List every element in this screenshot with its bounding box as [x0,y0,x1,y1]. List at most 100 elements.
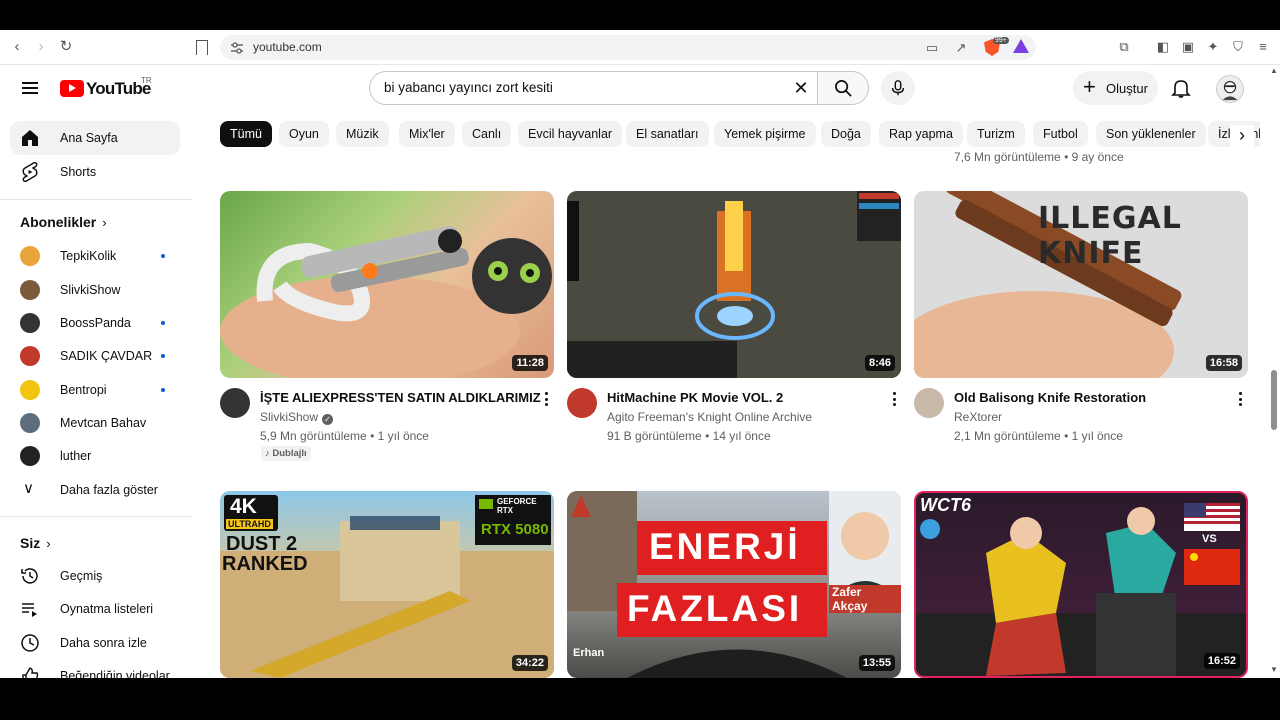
rewards-icon[interactable] [1013,39,1029,53]
subscriptions-title: Abonelikler [20,214,97,230]
reader-icon[interactable]: ⧉ [1116,39,1132,55]
sidebar-item-liked-videos[interactable]: Beğendiğin videolar [10,659,180,678]
chip-pets[interactable]: Evcil hayvanlar [518,121,623,147]
sidebar-item-show-more[interactable]: ∨ Daha fazla göster [10,473,180,507]
channel-name-text: SlivkiShow [260,410,319,424]
menu-icon[interactable]: ≡ [1255,39,1271,55]
video-meta: 5,9 Mn görüntüleme • 1 yıl önce [260,429,429,443]
sidebar-item-label: SADIK ÇAVDAR [60,349,153,363]
url-text: youtube.com [253,40,322,54]
forward-icon[interactable]: › [32,38,50,56]
sidebar-divider [0,199,193,200]
clear-search-icon[interactable]: ✕ [792,79,810,97]
video-thumbnail[interactable]: ENERJİ FAZLASI Zafer Akçay Erhan 13:55 [567,491,901,678]
search-input[interactable]: bi yabancı yayıncı zort kesiti ✕ [369,71,818,105]
sidebar-item-shorts[interactable]: Shorts [10,155,180,189]
vpn-icon[interactable]: ⛉ [1230,39,1246,55]
sidebar-item-playlists[interactable]: Oynatma listeleri [10,592,180,626]
chip-crafts[interactable]: El sanatları [626,121,709,147]
home-icon [22,130,38,146]
reload-icon[interactable]: ↻ [57,38,75,56]
chips-next-arrow-icon[interactable]: › [1230,125,1254,147]
chip-tourism[interactable]: Turizm [967,121,1025,147]
caption-box: FAZLASI [617,583,827,637]
chip-live[interactable]: Canlı [462,121,512,147]
chip-mixes[interactable]: Mix'ler [399,121,455,147]
sidebar-item-subscription[interactable]: SADIK ÇAVDAR [10,339,180,373]
leo-ai-icon[interactable]: ✦ [1205,39,1221,55]
sidebar-item-history[interactable]: Geçmiş [10,559,180,593]
scrollbar-thumb[interactable] [1271,370,1277,430]
video-meta: 91 B görüntüleme • 14 yıl önce [607,429,771,443]
video-thumbnail[interactable]: 8:46 [567,191,901,378]
chip-all[interactable]: Tümü [220,121,272,147]
site-settings-icon[interactable] [230,41,244,55]
subscriptions-heading[interactable]: Abonelikler › [20,214,107,230]
sidebar-item-subscription[interactable]: BoossPanda [10,306,180,340]
country-code: TR [141,76,152,85]
chip-gaming[interactable]: Oyun [279,121,329,147]
sidebar-item-home[interactable]: Ana Sayfa [10,121,180,155]
verified-check-icon: ✓ [322,414,334,425]
more-actions-icon[interactable] [1237,392,1243,408]
bookmark-icon[interactable] [196,40,208,55]
scroll-up-icon[interactable]: ▲ [1270,66,1278,75]
sidebar-item-subscription[interactable]: luther [10,439,180,473]
video-thumbnail[interactable]: 4K ULTRAHD DUST 2 RANKED GEFORCE RTX RTX… [220,491,554,678]
channel-avatar[interactable] [914,388,944,418]
dubbed-label: Dublajlı [272,448,307,459]
sidebar-item-subscription[interactable]: Bentropi [10,373,180,407]
sidebar-item-watch-later[interactable]: Daha sonra izle [10,626,180,660]
channel-name[interactable]: ReXtorer [954,410,1002,424]
video-title[interactable]: İŞTE ALIEXPRESS'TEN SATIN ALDIKLARIMIZ [260,390,541,405]
youtube-logo-icon[interactable] [60,80,84,97]
video-title[interactable]: Old Balisong Knife Restoration [954,390,1146,405]
voice-search-button[interactable] [881,71,915,105]
channel-avatar[interactable] [220,388,250,418]
new-content-dot [161,321,165,325]
sidebar-item-label: Mevtcan Bahav [60,416,147,430]
chip-football[interactable]: Futbol [1033,121,1088,147]
guide-menu-icon[interactable] [22,82,38,94]
4k-text: 4K [230,495,257,518]
channel-avatar [20,280,40,300]
chip-nature[interactable]: Doğa [821,121,871,147]
page-scrollbar[interactable]: ▲ ▼ [1268,65,1280,678]
video-thumbnail[interactable]: WCT6 VS 16:52 [914,491,1248,678]
sidebar-item-subscription[interactable]: Mevtcan Bahav [10,406,180,440]
thumbnail-art [220,226,552,378]
thumbnail-art [916,503,1246,676]
account-avatar[interactable] [1216,75,1244,103]
chip-rap[interactable]: Rap yapma [879,121,963,147]
notifications-bell-icon[interactable] [1170,77,1192,99]
video-title[interactable]: HitMachine PK Movie VOL. 2 [607,390,783,405]
chip-recently-uploaded[interactable]: Son yüklenenler [1096,121,1206,147]
more-actions-icon[interactable] [891,392,897,408]
cast-icon[interactable]: ▭ [924,40,940,56]
channel-name[interactable]: SlivkiShow ✓ [260,410,334,425]
sidebar-icon[interactable]: ◧ [1155,39,1171,55]
history-icon [21,568,38,584]
channel-avatar [20,380,40,400]
chip-music[interactable]: Müzik [336,121,389,147]
4k-badge: 4K ULTRAHD [224,495,278,531]
address-bar[interactable]: youtube.com ▭ ↗ 99+ [220,35,1036,60]
video-thumbnail[interactable]: ILLEGAL KNIFE 16:58 [914,191,1248,378]
more-actions-icon[interactable] [543,392,549,408]
nvidia-icon [479,499,493,509]
back-icon[interactable]: ‹ [8,38,26,56]
search-button[interactable] [817,71,869,105]
channel-name[interactable]: Agito Freeman's Knight Online Archive [607,410,812,424]
channel-avatar[interactable] [567,388,597,418]
create-button[interactable]: + Oluştur [1073,71,1158,105]
microphone-icon [891,80,905,96]
scroll-down-icon[interactable]: ▼ [1270,665,1278,674]
you-heading[interactable]: Siz › [20,535,51,551]
sidebar-item-subscription[interactable]: TepkiKolik [10,239,180,273]
wallet-icon[interactable]: ▣ [1180,39,1196,55]
sidebar-item-subscription[interactable]: SlivkiShow [10,273,180,307]
chip-cooking[interactable]: Yemek pişirme [714,121,816,147]
share-icon[interactable]: ↗ [953,40,969,56]
new-content-dot [161,254,165,258]
video-thumbnail[interactable]: 11:28 [220,191,554,378]
